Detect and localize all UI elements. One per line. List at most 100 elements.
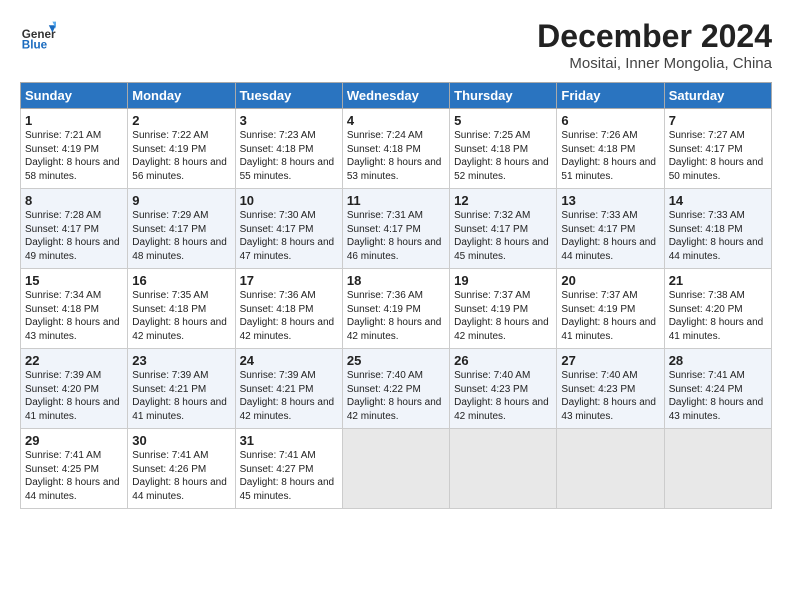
calendar-cell: 12Sunrise: 7:32 AM Sunset: 4:17 PM Dayli… (450, 189, 557, 269)
day-number: 11 (347, 193, 445, 208)
day-info: Sunrise: 7:40 AM Sunset: 4:23 PM Dayligh… (561, 370, 656, 422)
day-number: 23 (132, 353, 230, 368)
day-number: 13 (561, 193, 659, 208)
day-number: 18 (347, 273, 445, 288)
calendar-row: 22Sunrise: 7:39 AM Sunset: 4:20 PM Dayli… (21, 349, 772, 429)
calendar-table: Sunday Monday Tuesday Wednesday Thursday… (20, 82, 772, 509)
day-info: Sunrise: 7:33 AM Sunset: 4:17 PM Dayligh… (561, 210, 656, 262)
day-info: Sunrise: 7:30 AM Sunset: 4:17 PM Dayligh… (240, 210, 335, 262)
calendar-cell: 30 Sunrise: 7:41 AM Sunset: 4:26 PM Dayli… (128, 429, 235, 509)
header: General Blue December 2024 Mositai, Inne… (20, 18, 772, 72)
calendar-cell (342, 429, 449, 509)
calendar-cell: 26 Sunrise: 7:40 AM Sunset: 4:23 PM Dayli… (450, 349, 557, 429)
day-info: Sunrise: 7:41 AM Sunset: 4:24 PM Dayligh… (669, 370, 764, 422)
calendar-cell: 20 Sunrise: 7:37 AM Sunset: 4:19 PM Dayli… (557, 269, 664, 349)
day-info: Sunrise: 7:38 AM Sunset: 4:20 PM Dayligh… (669, 290, 764, 342)
calendar-cell: 19 Sunrise: 7:37 AM Sunset: 4:19 PM Dayli… (450, 269, 557, 349)
day-info: Sunrise: 7:22 AM Sunset: 4:19 PM Dayligh… (132, 130, 227, 182)
day-number: 12 (454, 193, 552, 208)
day-number: 20 (561, 273, 659, 288)
day-number: 25 (347, 353, 445, 368)
day-info: Sunrise: 7:21 AM Sunset: 4:19 PM Dayligh… (25, 130, 120, 182)
day-info: Sunrise: 7:40 AM Sunset: 4:22 PM Dayligh… (347, 370, 442, 422)
calendar-row: 15 Sunrise: 7:34 AM Sunset: 4:18 PM Dayli… (21, 269, 772, 349)
location: Mositai, Inner Mongolia, China (537, 55, 772, 72)
calendar-cell: 25 Sunrise: 7:40 AM Sunset: 4:22 PM Dayli… (342, 349, 449, 429)
day-number: 7 (669, 113, 767, 128)
col-thursday: Thursday (450, 83, 557, 109)
day-number: 15 (25, 273, 123, 288)
col-sunday: Sunday (21, 83, 128, 109)
col-friday: Friday (557, 83, 664, 109)
day-info: Sunrise: 7:39 AM Sunset: 4:21 PM Dayligh… (240, 370, 335, 422)
calendar-cell: 22Sunrise: 7:39 AM Sunset: 4:20 PM Dayli… (21, 349, 128, 429)
day-info: Sunrise: 7:39 AM Sunset: 4:21 PM Dayligh… (132, 370, 227, 422)
day-number: 26 (454, 353, 552, 368)
col-wednesday: Wednesday (342, 83, 449, 109)
day-number: 4 (347, 113, 445, 128)
day-number: 2 (132, 113, 230, 128)
day-number: 19 (454, 273, 552, 288)
day-info: Sunrise: 7:41 AM Sunset: 4:26 PM Dayligh… (132, 450, 227, 502)
calendar-row: 1Sunrise: 7:21 AM Sunset: 4:19 PM Daylig… (21, 109, 772, 189)
calendar-cell: 7 Sunrise: 7:27 AM Sunset: 4:17 PM Daylig… (664, 109, 771, 189)
day-info: Sunrise: 7:28 AM Sunset: 4:17 PM Dayligh… (25, 210, 120, 262)
header-row: Sunday Monday Tuesday Wednesday Thursday… (21, 83, 772, 109)
col-tuesday: Tuesday (235, 83, 342, 109)
day-info: Sunrise: 7:33 AM Sunset: 4:18 PM Dayligh… (669, 210, 764, 262)
day-number: 10 (240, 193, 338, 208)
day-number: 30 (132, 433, 230, 448)
calendar-cell: 28 Sunrise: 7:41 AM Sunset: 4:24 PM Dayli… (664, 349, 771, 429)
day-info: Sunrise: 7:36 AM Sunset: 4:19 PM Dayligh… (347, 290, 442, 342)
col-monday: Monday (128, 83, 235, 109)
day-number: 24 (240, 353, 338, 368)
calendar-cell (450, 429, 557, 509)
calendar-cell: 17 Sunrise: 7:36 AM Sunset: 4:18 PM Dayli… (235, 269, 342, 349)
day-number: 14 (669, 193, 767, 208)
day-info: Sunrise: 7:41 AM Sunset: 4:27 PM Dayligh… (240, 450, 335, 502)
calendar-cell: 27 Sunrise: 7:40 AM Sunset: 4:23 PM Dayli… (557, 349, 664, 429)
calendar-cell: 16 Sunrise: 7:35 AM Sunset: 4:18 PM Dayli… (128, 269, 235, 349)
day-number: 5 (454, 113, 552, 128)
svg-text:Blue: Blue (22, 39, 48, 52)
day-info: Sunrise: 7:29 AM Sunset: 4:17 PM Dayligh… (132, 210, 227, 262)
calendar-cell: 2 Sunrise: 7:22 AM Sunset: 4:19 PM Daylig… (128, 109, 235, 189)
calendar-page: General Blue December 2024 Mositai, Inne… (0, 0, 792, 519)
calendar-cell: 31 Sunrise: 7:41 AM Sunset: 4:27 PM Dayli… (235, 429, 342, 509)
calendar-cell: 18 Sunrise: 7:36 AM Sunset: 4:19 PM Dayli… (342, 269, 449, 349)
calendar-cell: 29 Sunrise: 7:41 AM Sunset: 4:25 PM Dayli… (21, 429, 128, 509)
day-number: 22 (25, 353, 123, 368)
day-info: Sunrise: 7:35 AM Sunset: 4:18 PM Dayligh… (132, 290, 227, 342)
day-info: Sunrise: 7:37 AM Sunset: 4:19 PM Dayligh… (561, 290, 656, 342)
day-number: 3 (240, 113, 338, 128)
day-info: Sunrise: 7:23 AM Sunset: 4:18 PM Dayligh… (240, 130, 335, 182)
calendar-cell: 21Sunrise: 7:38 AM Sunset: 4:20 PM Dayli… (664, 269, 771, 349)
day-number: 6 (561, 113, 659, 128)
calendar-row: 8 Sunrise: 7:28 AM Sunset: 4:17 PM Daylig… (21, 189, 772, 269)
day-number: 17 (240, 273, 338, 288)
day-number: 16 (132, 273, 230, 288)
day-number: 29 (25, 433, 123, 448)
month-title: December 2024 (537, 18, 772, 55)
day-info: Sunrise: 7:34 AM Sunset: 4:18 PM Dayligh… (25, 290, 120, 342)
calendar-cell: 3 Sunrise: 7:23 AM Sunset: 4:18 PM Daylig… (235, 109, 342, 189)
day-number: 31 (240, 433, 338, 448)
day-info: Sunrise: 7:37 AM Sunset: 4:19 PM Dayligh… (454, 290, 549, 342)
calendar-cell: 15 Sunrise: 7:34 AM Sunset: 4:18 PM Dayli… (21, 269, 128, 349)
calendar-cell: 11 Sunrise: 7:31 AM Sunset: 4:17 PM Dayli… (342, 189, 449, 269)
calendar-cell: 8 Sunrise: 7:28 AM Sunset: 4:17 PM Daylig… (21, 189, 128, 269)
day-number: 28 (669, 353, 767, 368)
calendar-cell: 14 Sunrise: 7:33 AM Sunset: 4:18 PM Dayli… (664, 189, 771, 269)
day-number: 27 (561, 353, 659, 368)
calendar-cell: 4 Sunrise: 7:24 AM Sunset: 4:18 PM Daylig… (342, 109, 449, 189)
logo-icon: General Blue (20, 18, 56, 54)
calendar-cell (557, 429, 664, 509)
day-info: Sunrise: 7:41 AM Sunset: 4:25 PM Dayligh… (25, 450, 120, 502)
day-info: Sunrise: 7:40 AM Sunset: 4:23 PM Dayligh… (454, 370, 549, 422)
day-info: Sunrise: 7:27 AM Sunset: 4:17 PM Dayligh… (669, 130, 764, 182)
day-number: 8 (25, 193, 123, 208)
day-info: Sunrise: 7:24 AM Sunset: 4:18 PM Dayligh… (347, 130, 442, 182)
day-info: Sunrise: 7:31 AM Sunset: 4:17 PM Dayligh… (347, 210, 442, 262)
col-saturday: Saturday (664, 83, 771, 109)
day-info: Sunrise: 7:36 AM Sunset: 4:18 PM Dayligh… (240, 290, 335, 342)
